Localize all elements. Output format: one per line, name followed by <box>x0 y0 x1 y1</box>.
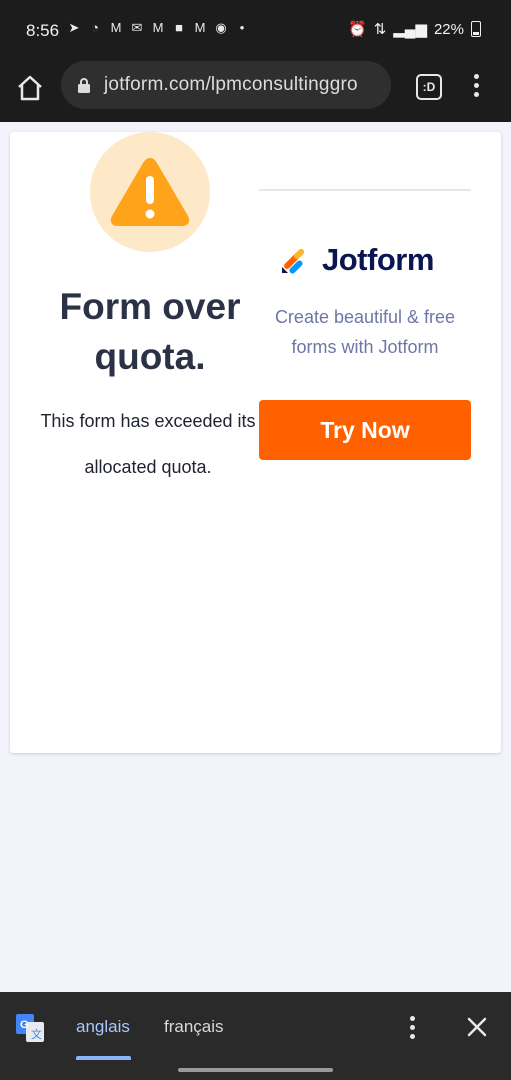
home-icon <box>18 75 42 101</box>
divider <box>259 189 471 191</box>
close-translate-button[interactable] <box>466 1016 488 1038</box>
globe-icon: ◉ <box>215 20 227 35</box>
page-title: Form over quota. <box>59 286 241 377</box>
menu-dot-icon <box>409 1025 415 1030</box>
tabs-button[interactable]: :D <box>416 74 442 100</box>
battery-icon <box>471 21 481 37</box>
whatsapp-icon: ◔ <box>91 20 99 35</box>
brand-logo: Jotform <box>280 242 434 278</box>
signal-icon: ▂▄▆ <box>393 21 427 38</box>
home-button[interactable] <box>16 74 44 102</box>
jotform-logo-icon <box>282 248 305 274</box>
network-icon: ⇅ <box>373 21 387 38</box>
dot-icon: • <box>239 20 245 35</box>
svg-text:文: 文 <box>31 1027 42 1041</box>
warning-badge <box>90 132 210 252</box>
warning-icon <box>110 158 190 226</box>
gmail-icon: M <box>194 20 206 35</box>
target-language-tab[interactable]: français <box>164 1017 224 1037</box>
source-language-tab[interactable]: anglais <box>76 1017 130 1037</box>
battery-level: 22% <box>433 20 464 38</box>
alarm-icon: ⏰ <box>348 21 367 38</box>
status-time: 8:56 <box>26 21 60 40</box>
tagline: Create beautiful & free forms with Jotfo… <box>274 307 456 357</box>
quota-description: This form has exceeded its allocated quo… <box>40 411 256 477</box>
mail-icon: ✉ <box>131 20 143 35</box>
menu-dot-icon <box>473 83 479 88</box>
menu-dot-icon <box>409 1016 415 1021</box>
gmail-icon: M <box>110 20 122 35</box>
system-status: ⏰ ⇅ ▂▄▆ 22% <box>348 20 481 38</box>
browser-menu-button[interactable] <box>466 74 486 98</box>
quota-card: Form over quota. This form has exceeded … <box>10 132 501 753</box>
url-text: jotform.com/lpmconsultinggro <box>104 74 358 95</box>
google-translate-icon: G 文 <box>16 1014 44 1042</box>
translate-bar: G 文 anglais français <box>0 992 511 1080</box>
browser-toolbar: jotform.com/lpmconsultinggro :D <box>0 60 511 122</box>
try-now-button[interactable]: Try Now <box>259 400 471 460</box>
menu-dot-icon <box>473 92 479 97</box>
app-icon: ■ <box>175 20 183 35</box>
telegram-icon: ➤ <box>68 20 80 35</box>
menu-dot-icon <box>409 1034 415 1039</box>
lock-icon <box>78 78 90 93</box>
brand-name: Jotform <box>322 242 434 277</box>
svg-text:G: G <box>20 1019 29 1031</box>
status-bar: 8:56 ➤ ◔ M ✉ M ■ M ◉ • ⏰ ⇅ ▂▄▆ 22% <box>0 0 511 60</box>
notification-icons: ➤ ◔ M ✉ M ■ M ◉ • <box>66 20 250 36</box>
gmail-icon: M <box>152 20 164 35</box>
translate-menu-button[interactable] <box>406 1016 418 1040</box>
menu-dot-icon <box>473 74 479 79</box>
close-icon <box>467 1017 487 1037</box>
gesture-bar[interactable] <box>178 1068 333 1072</box>
active-tab-indicator <box>76 1056 131 1060</box>
address-bar[interactable]: jotform.com/lpmconsultinggro <box>61 61 391 109</box>
